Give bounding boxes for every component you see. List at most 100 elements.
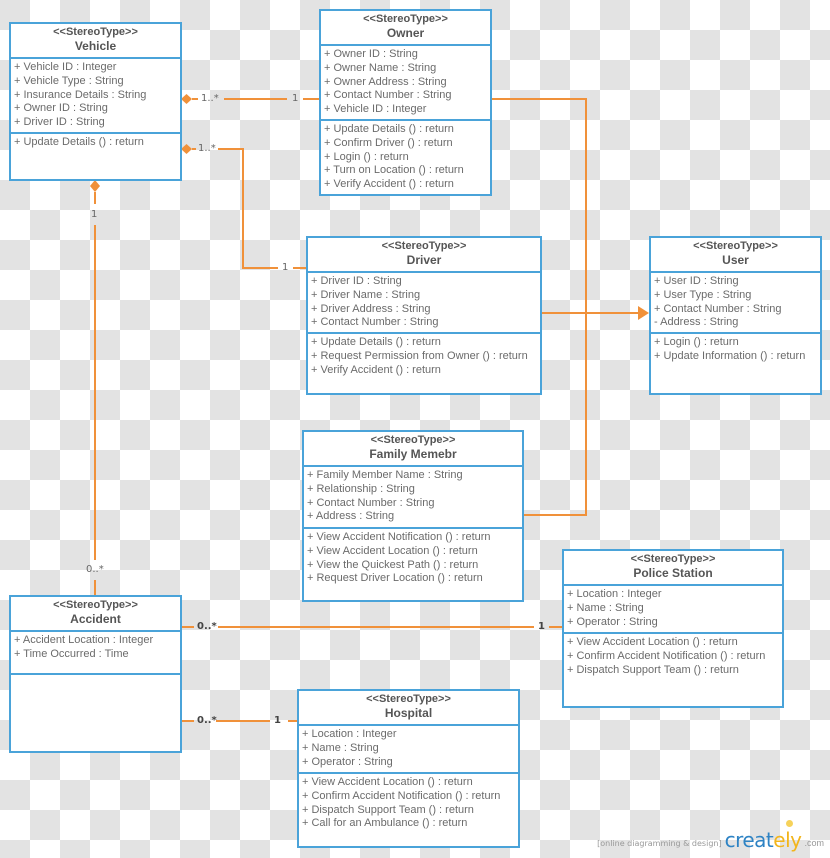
operation-row: + Request Permission from Owner () : ret… (311, 349, 528, 362)
class-name: Family Memebr (369, 447, 457, 461)
attribute-row: + Driver ID : String (311, 275, 402, 287)
attribute-row: + Vehicle ID : Integer (324, 103, 427, 116)
operation-row: + Update Information () : return (654, 349, 806, 362)
operation-row: + Update Details () : return (14, 136, 144, 148)
operation-row: + Turn on Location () : return (324, 164, 464, 177)
attributes-compartment: + Location : Integer + Name : String + O… (299, 726, 518, 774)
brand-main: creat (724, 828, 774, 852)
operations-compartment: + Login () : return + Update Information… (651, 334, 820, 364)
operations-compartment: + View Accident Location () : return + C… (299, 774, 518, 831)
stereotype-label: <<StereoType>> (53, 26, 138, 38)
class-vehicle[interactable]: <<StereoType>> Vehicle + Vehicle ID : In… (9, 22, 182, 181)
operation-row: + Login () : return (324, 150, 409, 163)
operations-compartment: + View Accident Notification () : return… (304, 529, 522, 586)
stereotype-label: <<StereoType>> (370, 434, 456, 446)
attributes-compartment: + Driver ID : String + Driver Name : Str… (308, 273, 540, 334)
stereotype-label: <<StereoType>> (366, 693, 451, 705)
class-header: <<StereoType>> User (651, 238, 820, 273)
multiplicity-label: 1..* (201, 93, 219, 104)
operation-row: + Confirm Accident Notification () : ret… (567, 649, 766, 662)
class-header: <<StereoType>> Hospital (299, 691, 518, 726)
stereotype-label: <<StereoType>> (693, 240, 778, 252)
operation-row: + Dispatch Support Team () : return (567, 663, 739, 676)
attribute-row: + Relationship : String (307, 482, 415, 495)
attribute-row: + Driver Address : String (311, 302, 431, 315)
attribute-row: + Vehicle Type : String (14, 74, 124, 87)
class-driver[interactable]: <<StereoType>> Driver + Driver ID : Stri… (306, 236, 542, 395)
attribute-row: + Name : String (302, 741, 379, 754)
operation-row: + Update Details () : return (311, 336, 441, 348)
operation-row: + Verify Accident () : return (324, 178, 454, 191)
class-user[interactable]: <<StereoType>> User + User ID : String +… (649, 236, 822, 395)
class-name: Police Station (633, 566, 713, 580)
operations-compartment (11, 675, 180, 677)
operation-row: + Dispatch Support Team () : return (302, 803, 474, 816)
class-hospital[interactable]: <<StereoType>> Hospital + Location : Int… (297, 689, 520, 848)
class-family-member[interactable]: <<StereoType>> Family Memebr + Family Me… (302, 430, 524, 602)
operation-row: + View Accident Location () : return (302, 776, 473, 788)
attributes-compartment: + Location : Integer + Name : String + O… (564, 586, 782, 634)
composition-diamond-icon (181, 144, 192, 154)
class-accident[interactable]: <<StereoType>> Accident + Accident Locat… (9, 595, 182, 753)
stereotype-label: <<StereoType>> (53, 599, 138, 611)
multiplicity-label: 1 (274, 715, 281, 726)
attribute-row: + Contact Number : String (324, 89, 452, 102)
stereotype-label: <<StereoType>> (630, 553, 716, 565)
creately-logo: creately (724, 820, 802, 852)
attributes-compartment: + Accident Location : Integer + Time Occ… (11, 632, 180, 675)
attribute-row: + Operator : String (302, 755, 393, 768)
generalization-arrow-icon (638, 306, 649, 320)
operations-compartment: + Update Details () : return + Confirm D… (321, 121, 490, 192)
attribute-row: + Address : String (307, 510, 395, 523)
operation-row: + Confirm Driver () : return (324, 136, 453, 149)
attribute-row: + Family Member Name : String (307, 469, 463, 481)
attribute-row: + Driver ID : String (14, 116, 105, 129)
class-header: <<StereoType>> Owner (321, 11, 490, 46)
class-name: Driver (406, 253, 442, 267)
class-owner[interactable]: <<StereoType>> Owner + Owner ID : String… (319, 9, 492, 196)
multiplicity-label: 0..* (86, 564, 104, 575)
class-header: <<StereoType>> Accident (11, 597, 180, 632)
attributes-compartment: + Family Member Name : String + Relation… (304, 467, 522, 529)
attribute-row: + Owner Address : String (324, 75, 447, 88)
creately-watermark: [online diagramming & design] creately .… (597, 820, 824, 852)
operations-compartment: + View Accident Location () : return + C… (564, 634, 782, 677)
attributes-compartment: + User ID : String + User Type : String … (651, 273, 820, 334)
multiplicity-label: 1 (292, 93, 299, 104)
operation-row: + Update Details () : return (324, 123, 454, 135)
class-police-station[interactable]: <<StereoType>> Police Station + Location… (562, 549, 784, 708)
stereotype-label: <<StereoType>> (381, 240, 467, 252)
operation-row: + View Accident Notification () : return (307, 531, 491, 543)
attribute-row: + Driver Name : String (311, 288, 421, 301)
connector-vehicle-driver[interactable] (218, 148, 278, 269)
attribute-row: + Owner ID : String (14, 102, 108, 115)
watermark-suffix: .com (804, 838, 824, 848)
attribute-row: + Time Occurred : Time (14, 647, 129, 660)
multiplicity-label: 1 (282, 262, 289, 273)
operation-row: + View Accident Location () : return (567, 636, 738, 648)
attribute-row: + Contact Number : String (311, 316, 439, 329)
class-name: User (722, 253, 749, 267)
operation-row: + Verify Accident () : return (311, 363, 441, 376)
attribute-row: + Insurance Details : String (14, 88, 147, 101)
operation-row: + Login () : return (654, 336, 739, 348)
class-name: Hospital (384, 706, 433, 720)
watermark-tagline: [online diagramming & design] (597, 839, 722, 848)
class-header: <<StereoType>> Police Station (564, 551, 782, 586)
operations-compartment: + Update Details () : return (11, 134, 180, 150)
operation-row: + Call for an Ambulance () : return (302, 817, 468, 830)
operation-row: + View Accident Location () : return (307, 544, 478, 557)
attribute-row: + User Type : String (654, 288, 752, 301)
attribute-row: + Accident Location : Integer (14, 634, 154, 646)
brand-accent: ely (773, 828, 802, 852)
attribute-row: + Contact Number : String (654, 302, 782, 315)
stereotype-label: <<StereoType>> (363, 13, 448, 25)
attribute-row: + Operator : String (567, 615, 658, 628)
class-name: Owner (386, 26, 425, 40)
attributes-compartment: + Vehicle ID : Integer + Vehicle Type : … (11, 59, 180, 134)
class-header: <<StereoType>> Driver (308, 238, 540, 273)
attribute-row: + Owner Name : String (324, 61, 437, 74)
operation-row: + View the Quickest Path () : return (307, 558, 479, 571)
attribute-row: + Vehicle ID : Integer (14, 61, 117, 73)
attribute-row: + Location : Integer (302, 728, 397, 740)
